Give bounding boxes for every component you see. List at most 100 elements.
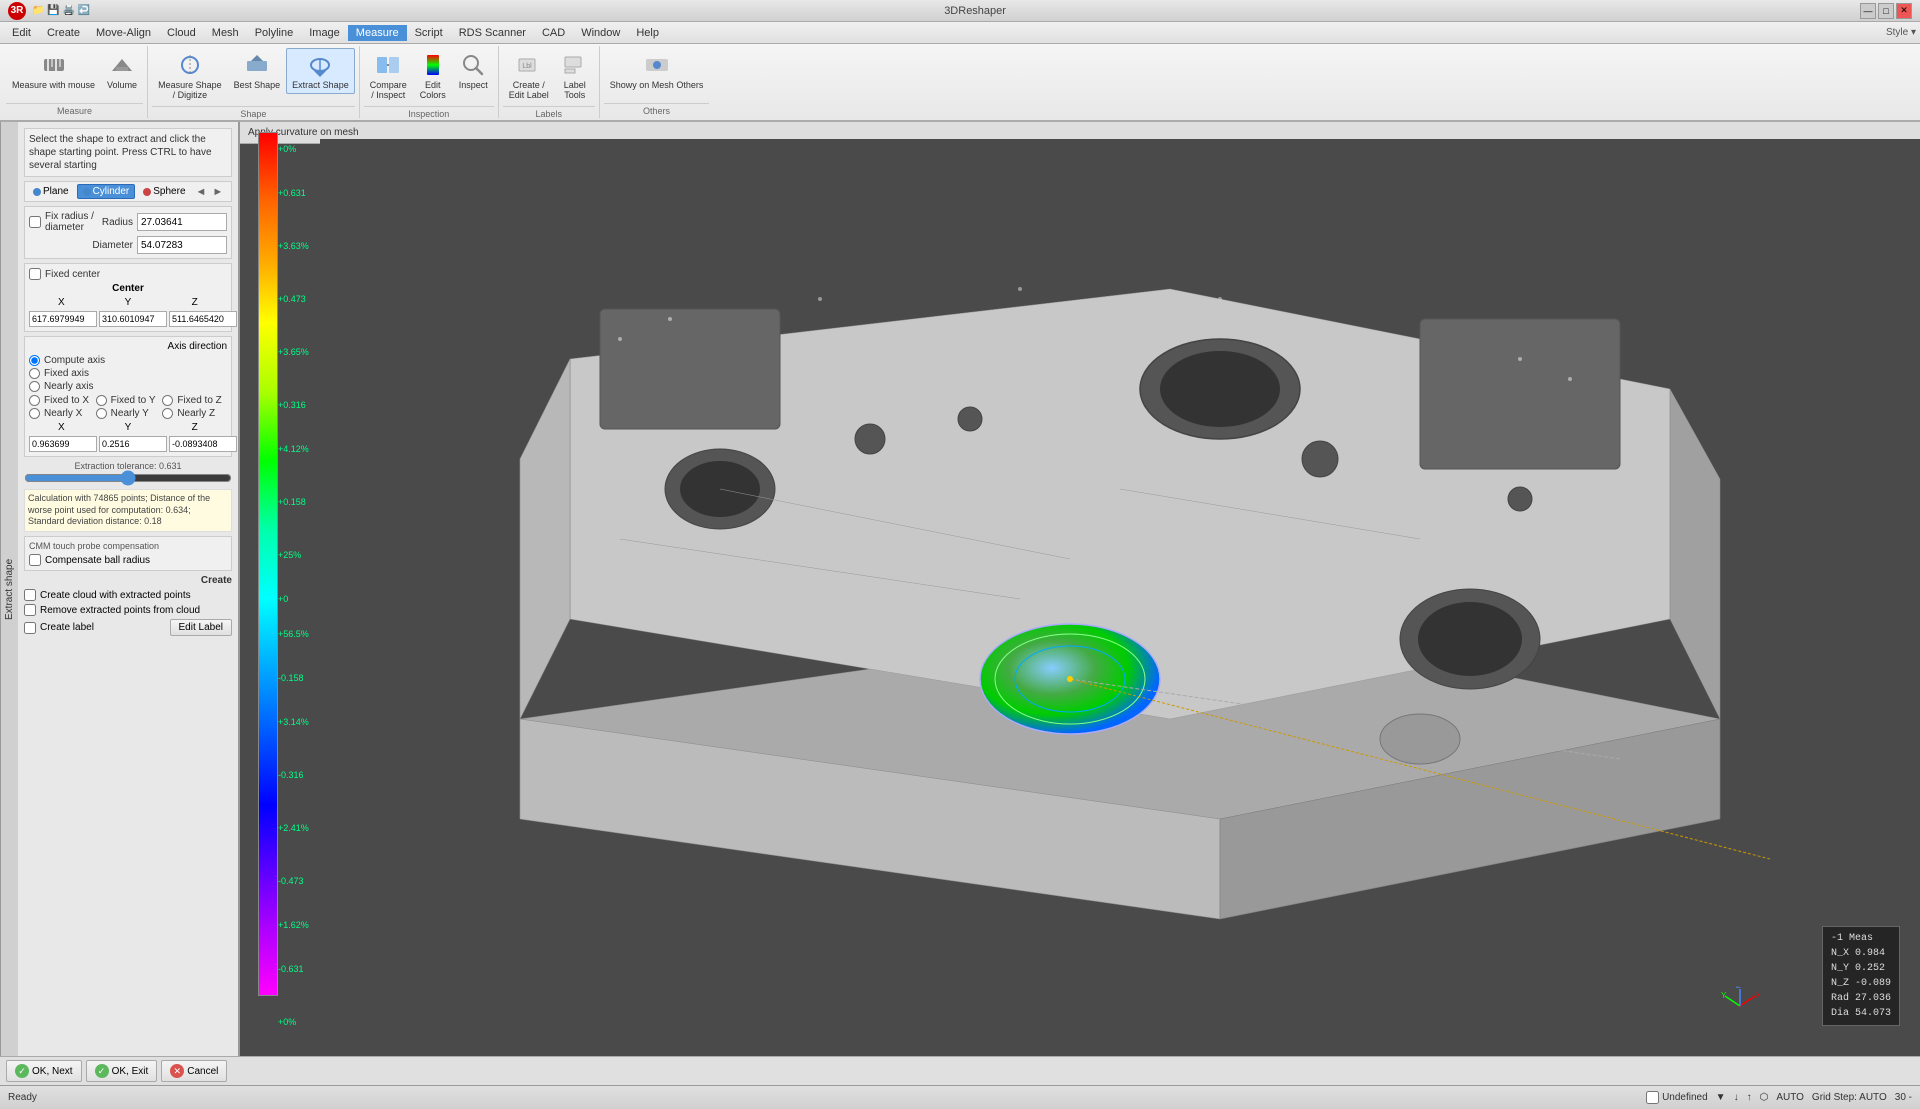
- compare-inspect-button[interactable]: Compare/ Inspect: [364, 48, 413, 104]
- extract-shape-button[interactable]: Extract Shape: [286, 48, 355, 94]
- shape-tabs: Plane Cylinder Sphere ◄ ►: [24, 181, 232, 202]
- best-shape-button[interactable]: Best Shape: [228, 48, 287, 94]
- clabel-8: +25%: [278, 550, 301, 560]
- radius-label: Radius: [102, 217, 133, 228]
- y-label: Y: [96, 297, 161, 308]
- undefined-checkbox[interactable]: [1646, 1091, 1659, 1104]
- tolerance-slider[interactable]: [24, 471, 232, 485]
- status-text: Ready: [8, 1092, 37, 1103]
- clabel-15: -0.473: [278, 876, 304, 886]
- diameter-row: Diameter: [29, 236, 227, 254]
- nearly-x-radio[interactable]: [29, 408, 40, 419]
- nearly-axis-radio[interactable]: [29, 381, 40, 392]
- menu-cad[interactable]: CAD: [534, 25, 573, 41]
- fixed-y-radio[interactable]: [96, 395, 107, 406]
- x-label: X: [29, 297, 94, 308]
- create-label: Create: [24, 575, 232, 586]
- volume-button[interactable]: Volume: [101, 48, 143, 94]
- edit-label-button[interactable]: Edit Label: [170, 619, 232, 636]
- measure-shape-button[interactable]: Measure Shape/ Digitize: [152, 48, 228, 104]
- ok-exit-button[interactable]: ✓ OK, Exit: [86, 1060, 158, 1082]
- diameter-label: Diameter: [92, 240, 133, 251]
- nearly-axis-label: Nearly axis: [44, 381, 93, 392]
- menu-image[interactable]: Image: [301, 25, 348, 41]
- cancel-button[interactable]: ✕ Cancel: [161, 1060, 227, 1082]
- nearly-z-label: Nearly Z: [177, 408, 215, 419]
- info-line3: N_Y 0.252: [1831, 961, 1891, 976]
- create-label-checkbox[interactable]: [24, 622, 36, 634]
- diameter-input[interactable]: [137, 236, 227, 254]
- plane-dot: [33, 188, 41, 196]
- nearly-y-radio[interactable]: [96, 408, 107, 419]
- menu-mesh[interactable]: Mesh: [204, 25, 247, 41]
- calc-info: Calculation with 74865 points; Distance …: [24, 489, 232, 532]
- zoom-label: 30 -: [1895, 1092, 1912, 1103]
- nearly-z-radio[interactable]: [162, 408, 173, 419]
- toolbar-group-measure: Measure with mouse Volume Measure: [2, 46, 148, 118]
- create-cloud-checkbox[interactable]: [24, 589, 36, 601]
- tab-next-arrow[interactable]: ►: [210, 186, 225, 198]
- menu-window[interactable]: Window: [573, 25, 628, 41]
- ok-next-button[interactable]: ✓ OK, Next: [6, 1060, 82, 1082]
- fix-radius-checkbox[interactable]: [29, 216, 41, 228]
- fixed-center-checkbox[interactable]: [29, 268, 41, 280]
- fixed-x-radio[interactable]: [29, 395, 40, 406]
- tab-prev-arrow[interactable]: ◄: [194, 186, 209, 198]
- menu-rds-scanner[interactable]: RDS Scanner: [451, 25, 534, 41]
- menu-edit[interactable]: Edit: [4, 25, 39, 41]
- menu-create[interactable]: Create: [39, 25, 88, 41]
- create-edit-label-button[interactable]: Lbl Create /Edit Label: [503, 48, 555, 104]
- clabel-12: +3.14%: [278, 717, 309, 727]
- center-z-input[interactable]: [169, 311, 237, 327]
- compute-axis-radio[interactable]: [29, 355, 40, 366]
- viewport[interactable]: Apply curvature on mesh +0% +0.631 +3.63…: [240, 122, 1920, 1056]
- show-others-icon: [643, 51, 671, 79]
- compensate-checkbox[interactable]: [29, 554, 41, 566]
- clabel-14: +2.41%: [278, 823, 309, 833]
- axis-y-input[interactable]: [99, 436, 167, 452]
- auto-label: AUTO: [1776, 1092, 1804, 1103]
- undefined-checkbox-group: Undefined: [1646, 1091, 1708, 1104]
- compensate-label: Compensate ball radius: [45, 555, 150, 566]
- remove-extracted-checkbox[interactable]: [24, 604, 36, 616]
- info-line1: -1 Meas: [1831, 931, 1891, 946]
- edit-colors-button[interactable]: EditColors: [413, 48, 453, 104]
- radius-input[interactable]: [137, 213, 227, 231]
- measure-with-mouse-button[interactable]: Measure with mouse: [6, 48, 101, 94]
- axis-x-input[interactable]: [29, 436, 97, 452]
- close-button[interactable]: ✕: [1896, 3, 1912, 19]
- menu-move-align[interactable]: Move-Align: [88, 25, 159, 41]
- clabel-16: +1.62%: [278, 920, 309, 930]
- inspect-button[interactable]: Inspect: [453, 48, 494, 94]
- axis-x-header: X: [29, 422, 94, 433]
- extract-shape-sidebar-label: Extract shape: [0, 122, 18, 1056]
- clabel-0: +0%: [278, 144, 296, 154]
- menu-cloud[interactable]: Cloud: [159, 25, 204, 41]
- label-tools-button[interactable]: LabelTools: [555, 48, 595, 104]
- title-bar-controls[interactable]: — □ ✕: [1860, 3, 1912, 19]
- show-others-label: Showy on Mesh Others: [610, 81, 704, 91]
- show-others-button[interactable]: Showy on Mesh Others: [604, 48, 710, 94]
- menu-script[interactable]: Script: [407, 25, 451, 41]
- fixed-z-radio[interactable]: [162, 395, 173, 406]
- sphere-tab[interactable]: Sphere: [137, 184, 191, 199]
- plane-tab[interactable]: Plane: [27, 184, 75, 199]
- style-menu[interactable]: Style ▾: [1886, 27, 1916, 38]
- maximize-button[interactable]: □: [1878, 3, 1894, 19]
- center-y-input[interactable]: [99, 311, 167, 327]
- nearly-x-label: Nearly X: [44, 408, 82, 419]
- toolbar-group-shape: Measure Shape/ Digitize Best Shape Extra…: [148, 46, 360, 118]
- menu-measure[interactable]: Measure: [348, 25, 407, 41]
- info-line6: Dia 54.073: [1831, 1006, 1891, 1021]
- menu-help[interactable]: Help: [628, 25, 667, 41]
- mesh-view[interactable]: [320, 122, 1920, 1056]
- minimize-button[interactable]: —: [1860, 3, 1876, 19]
- center-x-input[interactable]: [29, 311, 97, 327]
- left-panel: Extract shape Select the shape to extrac…: [0, 122, 240, 1056]
- axis-z-input[interactable]: [169, 436, 237, 452]
- fixed-axis-radio[interactable]: [29, 368, 40, 379]
- menu-bar: Edit Create Move-Align Cloud Mesh Polyli…: [0, 22, 1920, 44]
- menu-polyline[interactable]: Polyline: [247, 25, 302, 41]
- cylinder-tab[interactable]: Cylinder: [77, 184, 136, 199]
- axis-z-header: Z: [162, 422, 227, 433]
